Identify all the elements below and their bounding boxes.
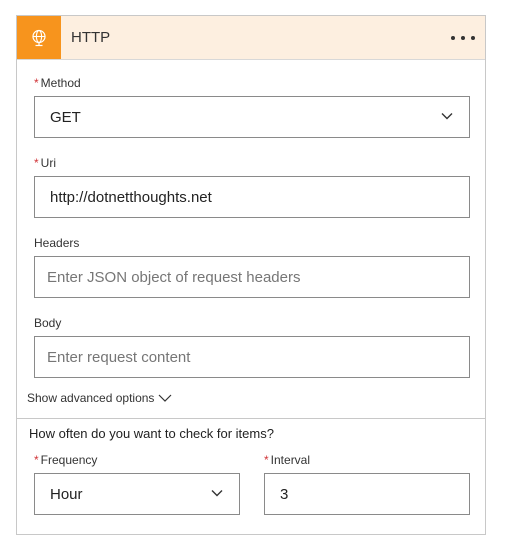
body-placeholder: Enter request content	[47, 349, 191, 366]
card-header[interactable]: HTTP	[17, 16, 485, 60]
show-advanced-options-link[interactable]: Show advanced options	[27, 391, 172, 405]
frequency-value: Hour	[50, 486, 83, 503]
body-input[interactable]: Enter request content	[34, 336, 470, 378]
uri-value: http://dotnetthoughts.net	[50, 189, 212, 206]
chevron-down-icon	[211, 490, 223, 497]
globe-icon	[17, 16, 61, 59]
method-value: GET	[50, 109, 81, 126]
frequency-dropdown[interactable]: Hour	[34, 473, 240, 515]
uri-input[interactable]: http://dotnetthoughts.net	[34, 176, 470, 218]
method-label: * Method	[34, 76, 81, 90]
headers-input[interactable]: Enter JSON object of request headers	[34, 256, 470, 298]
chevron-down-icon	[159, 394, 172, 402]
section-divider	[17, 418, 485, 419]
headers-label: Headers	[34, 236, 80, 250]
uri-label: * Uri	[34, 156, 56, 170]
recurrence-question: How often do you want to check for items…	[29, 426, 274, 441]
http-action-card: HTTP * Method GET * Uri http://dotnetthoug…	[16, 15, 486, 535]
interval-input[interactable]: 3	[264, 473, 470, 515]
chevron-down-icon	[441, 113, 453, 120]
frequency-label: * Frequency	[34, 453, 98, 467]
interval-value: 3	[280, 486, 289, 503]
method-dropdown[interactable]: GET	[34, 96, 470, 138]
headers-placeholder: Enter JSON object of request headers	[47, 269, 301, 286]
body-label: Body	[34, 316, 62, 330]
more-options-icon[interactable]	[451, 28, 475, 48]
card-title: HTTP	[71, 29, 111, 46]
interval-label: * Interval	[264, 453, 311, 467]
